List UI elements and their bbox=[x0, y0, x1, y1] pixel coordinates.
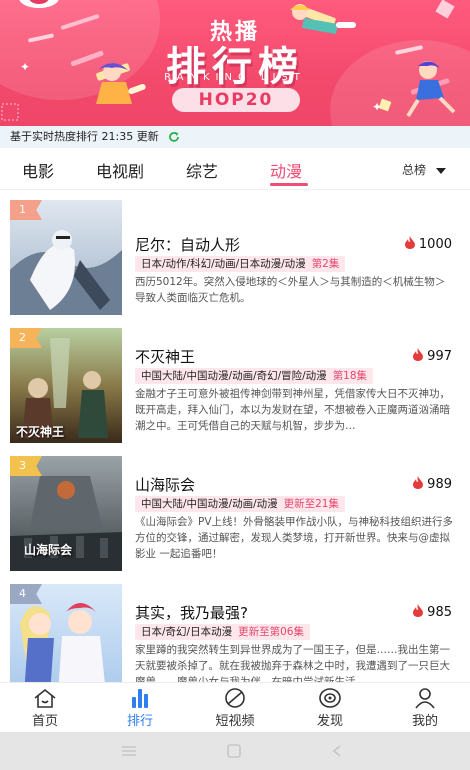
heat-value: 989 bbox=[427, 477, 452, 492]
poster-caption: 山海际会 bbox=[24, 543, 73, 557]
ranking-icon bbox=[132, 689, 148, 708]
heat-value: 985 bbox=[427, 605, 452, 620]
discover-icon bbox=[319, 688, 341, 708]
sparkle-icon: ✦ bbox=[20, 60, 31, 74]
episode-label: 第18集 bbox=[332, 370, 368, 382]
item-description: 西历5012年。突然入侵地球的＜外星人＞与其制造的＜机械生物＞导致人类面临灭亡危… bbox=[135, 276, 446, 304]
poster-caption: 不灭神王 bbox=[16, 425, 65, 439]
item-description: 家里蹲的我突然转生到异世界成为了一国王子，但是……我出生第一天就要被杀掉了。就在… bbox=[135, 644, 450, 682]
rank-type-select[interactable]: 总榜 bbox=[402, 161, 447, 178]
chevron-down-icon bbox=[436, 167, 447, 174]
episode-label: 更新至21集 bbox=[283, 498, 339, 510]
heat-score: 1000 bbox=[404, 236, 452, 252]
item-tags: 日本/动作/科幻/动画/日本动漫/动漫 第2集 bbox=[135, 256, 346, 272]
list-item[interactable]: 1 尼尔：自动人形 1000 日本/动作/科幻/动画/日本动漫/动漫 第2集 西历… bbox=[0, 190, 470, 318]
refresh-icon[interactable] bbox=[168, 131, 180, 143]
ranking-list: 1 尼尔：自动人形 1000 日本/动作/科幻/动画/日本动漫/动漫 第2集 西历… bbox=[0, 190, 470, 682]
item-title[interactable]: 其实，我乃最强? bbox=[135, 602, 248, 623]
nav-short-video[interactable]: 短视频 bbox=[200, 687, 270, 729]
ranking-banner: 热播 排行榜 RANKING LIST HOP20 ✦ ✦ bbox=[0, 0, 470, 128]
episode-label: 更新至第06集 bbox=[238, 626, 304, 638]
item-tags: 中国大陆/中国动漫/动画/奇幻/冒险/动漫 第18集 bbox=[135, 368, 374, 384]
list-item[interactable]: 4 其实，我乃最强? 985 日本/奇幻/日本动漫 更新至第06集 家里蹲的我突然… bbox=[0, 574, 470, 682]
item-description: 《山海际会》PV上线！外骨骼装甲作战小队，与神秘科技组织进行多方位的交锋，通过解… bbox=[135, 516, 453, 560]
category-tabs: 电影 电视剧 综艺 动漫 总榜 bbox=[0, 148, 470, 190]
nav-label: 短视频 bbox=[215, 714, 255, 729]
flame-icon bbox=[404, 236, 415, 249]
flame-icon bbox=[413, 348, 424, 361]
flame-icon bbox=[413, 604, 424, 617]
update-status-text: 基于实时热度排行 21:35 更新 bbox=[10, 130, 159, 143]
short-video-icon bbox=[225, 688, 245, 708]
banner-subtitle: RANKING LIST bbox=[164, 72, 306, 83]
episode-label: 第2集 bbox=[311, 258, 340, 270]
tab-tv-series[interactable]: 电视剧 bbox=[96, 158, 144, 182]
bottom-navigation: 首页 排行 短视频 发现 我的 bbox=[0, 682, 470, 732]
app-screen: 热播 排行榜 RANKING LIST HOP20 ✦ ✦ 基于实时热度排行 2… bbox=[0, 0, 470, 770]
tags-text: 中国大陆/中国动漫/动画/奇幻/冒险/动漫 bbox=[141, 370, 327, 382]
heat-value: 997 bbox=[427, 349, 452, 364]
menu-icon[interactable] bbox=[120, 744, 138, 758]
system-navigation-bar bbox=[0, 732, 470, 770]
nav-label: 我的 bbox=[411, 714, 438, 729]
nav-label: 首页 bbox=[31, 714, 58, 729]
item-tags: 中国大陆/中国动漫/动画/动漫 更新至21集 bbox=[135, 496, 345, 512]
rank-type-label: 总榜 bbox=[402, 163, 427, 177]
nav-label: 排行 bbox=[126, 714, 153, 729]
tags-text: 中国大陆/中国动漫/动画/动漫 bbox=[141, 498, 278, 510]
home-square-icon[interactable] bbox=[226, 744, 242, 758]
item-title[interactable]: 不灭神王 bbox=[135, 346, 195, 367]
nav-discover[interactable]: 发现 bbox=[295, 687, 365, 729]
tab-anime[interactable]: 动漫 bbox=[270, 158, 302, 182]
item-title[interactable]: 山海际会 bbox=[135, 474, 195, 495]
heat-score: 985 bbox=[412, 604, 452, 620]
heat-score: 989 bbox=[412, 476, 452, 492]
sparkle-icon: ✦ bbox=[372, 100, 383, 114]
nav-home[interactable]: 首页 bbox=[10, 687, 80, 729]
tags-text: 日本/奇幻/日本动漫 bbox=[141, 626, 233, 638]
nav-ranking[interactable]: 排行 bbox=[105, 687, 175, 729]
list-item[interactable]: 3 山海际会 山海际会 989 中国大陆/中国动漫/动画/动漫 更新至21集 《山… bbox=[0, 446, 470, 574]
nav-label: 发现 bbox=[316, 714, 343, 729]
heat-value: 1000 bbox=[418, 237, 452, 252]
active-tab-indicator bbox=[270, 183, 308, 186]
banner-title: 排行榜 bbox=[166, 44, 304, 90]
item-tags: 日本/奇幻/日本动漫 更新至第06集 bbox=[135, 624, 310, 640]
back-icon[interactable] bbox=[330, 744, 344, 758]
update-status-bar: 基于实时热度排行 21:35 更新 bbox=[0, 126, 470, 148]
nav-profile[interactable]: 我的 bbox=[390, 687, 460, 729]
tab-movie[interactable]: 电影 bbox=[22, 158, 54, 182]
profile-icon bbox=[415, 688, 435, 709]
item-title[interactable]: 尼尔：自动人形 bbox=[135, 234, 240, 255]
tags-text: 日本/动作/科幻/动画/日本动漫/动漫 bbox=[141, 258, 306, 270]
tab-variety[interactable]: 综艺 bbox=[186, 158, 218, 182]
list-item[interactable]: 2 不灭神王 不灭神王 997 中国大陆/中国动漫/动画/奇幻/冒险/动漫 第18… bbox=[0, 318, 470, 446]
banner-hop-pill: HOP20 bbox=[172, 88, 300, 112]
item-description: 金融才子王可意外被祖传神剑带到神州星，凭借家传大日不灭神功，既开高走，拜入仙门，… bbox=[135, 388, 450, 432]
flame-icon bbox=[413, 476, 424, 489]
home-icon bbox=[34, 688, 56, 708]
heat-score: 997 bbox=[412, 348, 452, 364]
